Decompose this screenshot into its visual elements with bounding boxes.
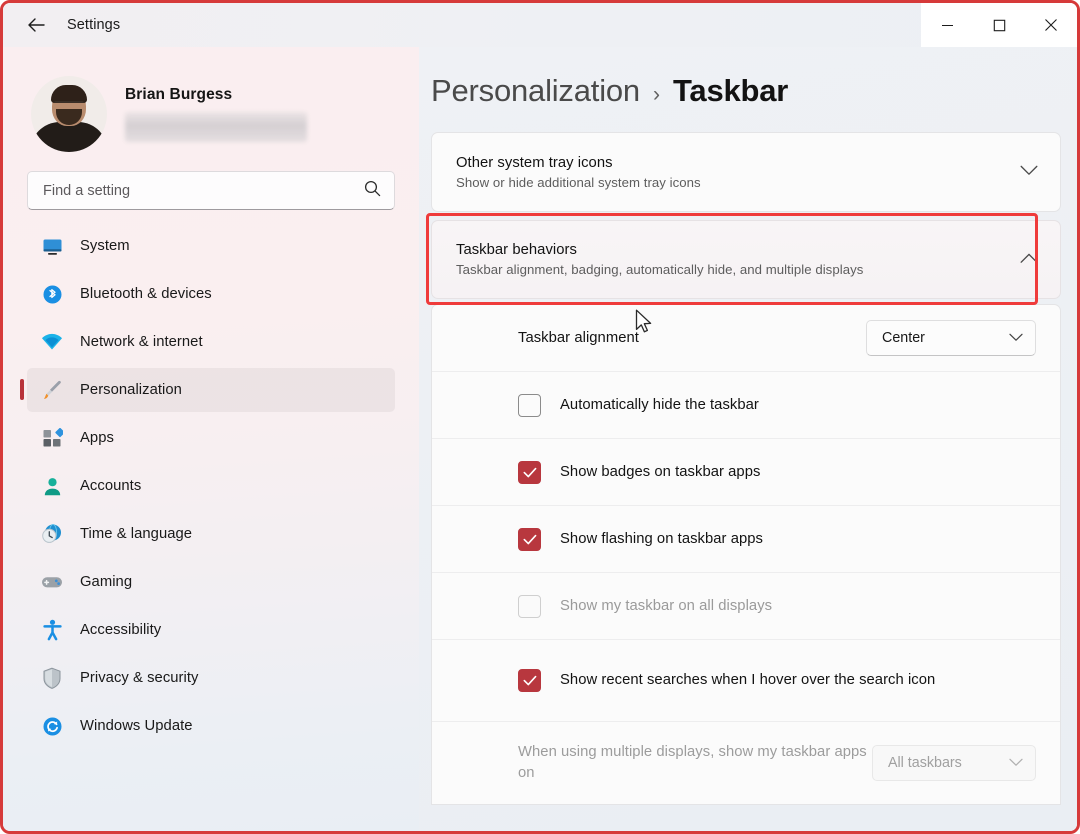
setting-row-all-displays: Show my taskbar on all displays	[432, 573, 1060, 640]
sidebar-item-label: Accessibility	[80, 622, 162, 638]
sidebar-item-accounts[interactable]: Accounts	[27, 464, 395, 508]
monitor-icon	[41, 235, 63, 257]
back-arrow-icon[interactable]	[19, 8, 53, 42]
search-input[interactable]	[43, 182, 364, 199]
sidebar-item-label: Personalization	[80, 382, 182, 398]
setting-label: Automatically hide the taskbar	[560, 396, 759, 413]
taskbar-behaviors-settings-list: Taskbar alignment Center Automatically h…	[431, 304, 1061, 805]
checkbox-show-flashing[interactable]	[518, 527, 541, 551]
close-icon[interactable]	[1025, 3, 1077, 47]
update-refresh-icon	[41, 715, 63, 737]
page-title: Taskbar	[672, 73, 789, 108]
gamepad-icon	[41, 571, 63, 593]
sidebar-item-label: Accounts	[80, 478, 142, 494]
checkbox-show-badges[interactable]	[518, 460, 541, 484]
shield-icon	[41, 667, 63, 689]
sidebar-item-privacy-security[interactable]: Privacy & security	[27, 656, 395, 700]
setting-label: Show recent searches when I hover over t…	[560, 672, 936, 689]
dropdown-selected-value: Center	[882, 330, 925, 346]
taskbar-behaviors-section: Taskbar behaviors Taskbar alignment, bad…	[419, 213, 1077, 305]
setting-row-multiple-displays: When using multiple displays, show my ta…	[432, 722, 1060, 804]
sidebar-item-accessibility[interactable]: Accessibility	[27, 608, 395, 652]
paintbrush-icon	[41, 379, 63, 401]
clock-globe-icon	[41, 523, 63, 545]
setting-row-show-badges[interactable]: Show badges on taskbar apps	[432, 439, 1060, 506]
sidebar-item-label: Windows Update	[80, 718, 193, 734]
sidebar-item-label: Apps	[80, 430, 114, 446]
setting-row-recent-searches[interactable]: Show recent searches when I hover over t…	[432, 640, 1060, 722]
sidebar-item-label: Network & internet	[80, 334, 203, 350]
sidebar-item-time-language[interactable]: Time & language	[27, 512, 395, 556]
user-avatar-photo	[31, 76, 107, 152]
breadcrumb-separator-icon: ›	[652, 83, 660, 106]
breadcrumb: Personalization › Taskbar	[419, 47, 1077, 109]
person-icon	[41, 475, 63, 497]
sidebar-item-apps[interactable]: Apps	[27, 416, 395, 460]
sidebar-item-label: Time & language	[80, 526, 193, 542]
apps-grid-icon	[41, 427, 63, 449]
chevron-down-icon[interactable]	[1020, 163, 1038, 181]
setting-label: Taskbar alignment	[518, 330, 639, 346]
sidebar: Brian Burgess Find a setting System Blue…	[3, 47, 419, 831]
chevron-down-icon	[1009, 754, 1023, 772]
sidebar-item-label: Privacy & security	[80, 670, 199, 686]
sidebar-item-gaming[interactable]: Gaming	[27, 560, 395, 604]
setting-label: Show flashing on taskbar apps	[560, 530, 763, 547]
title-bar: Settings	[3, 3, 1077, 47]
minimize-icon[interactable]	[921, 3, 973, 47]
sidebar-item-label: Bluetooth & devices	[80, 286, 212, 302]
sidebar-item-system[interactable]: System	[27, 224, 395, 268]
account-name: Brian Burgess	[125, 86, 233, 103]
wifi-icon	[41, 331, 63, 353]
checkbox-auto-hide[interactable]	[518, 393, 541, 417]
bluetooth-icon	[41, 283, 63, 305]
card-subtitle: Taskbar alignment, badging, automaticall…	[456, 262, 864, 277]
taskbar-alignment-dropdown[interactable]: Center	[866, 320, 1036, 356]
setting-row-show-flashing[interactable]: Show flashing on taskbar apps	[432, 506, 1060, 573]
checkbox-all-displays	[518, 594, 541, 618]
window-controls	[921, 3, 1077, 47]
sidebar-item-label: Gaming	[80, 574, 133, 590]
settings-window: Settings Brian Burgess Find a setting Sy…	[0, 0, 1080, 834]
checkbox-recent-searches[interactable]	[518, 669, 541, 692]
maximize-icon[interactable]	[973, 3, 1025, 47]
accessibility-person-icon	[41, 619, 63, 641]
chevron-up-icon[interactable]	[1020, 251, 1038, 269]
card-subtitle: Show or hide additional system tray icon…	[456, 174, 701, 190]
dropdown-selected-value: All taskbars	[887, 755, 962, 771]
setting-row-taskbar-alignment: Taskbar alignment Center	[432, 305, 1060, 372]
sidebar-item-windows-update[interactable]: Windows Update	[27, 704, 395, 748]
sidebar-item-bluetooth-devices[interactable]: Bluetooth & devices	[27, 272, 395, 316]
chevron-down-icon	[1009, 329, 1023, 347]
card-title: Other system tray icons	[456, 154, 613, 171]
sidebar-item-network-internet[interactable]: Network & internet	[27, 320, 395, 364]
account-block[interactable]: Brian Burgess	[3, 51, 419, 155]
multiple-displays-dropdown: All taskbars	[871, 745, 1036, 781]
sidebar-item-personalization[interactable]: Personalization	[20, 368, 395, 412]
taskbar-behaviors-card[interactable]: Taskbar behaviors Taskbar alignment, bad…	[431, 220, 1061, 299]
card-title: Taskbar behaviors	[456, 242, 577, 258]
account-email-redacted	[125, 112, 307, 142]
setting-label: Show badges on taskbar apps	[560, 463, 761, 480]
sidebar-item-label: System	[80, 238, 130, 254]
other-system-tray-icons-card[interactable]: Other system tray icons Show or hide add…	[431, 132, 1061, 212]
search-input-wrapper[interactable]	[27, 171, 395, 210]
window-title: Settings	[67, 17, 121, 33]
setting-label: When using multiple displays, show my ta…	[518, 743, 867, 781]
sidebar-nav-list: System Bluetooth & devices Network & int…	[3, 224, 419, 748]
breadcrumb-parent-link[interactable]: Personalization	[431, 73, 640, 109]
main-content: Personalization › Taskbar Other system t…	[419, 47, 1077, 831]
setting-label: Show my taskbar on all displays	[560, 597, 773, 614]
search-icon	[364, 180, 381, 202]
setting-row-auto-hide[interactable]: Automatically hide the taskbar	[432, 372, 1060, 439]
